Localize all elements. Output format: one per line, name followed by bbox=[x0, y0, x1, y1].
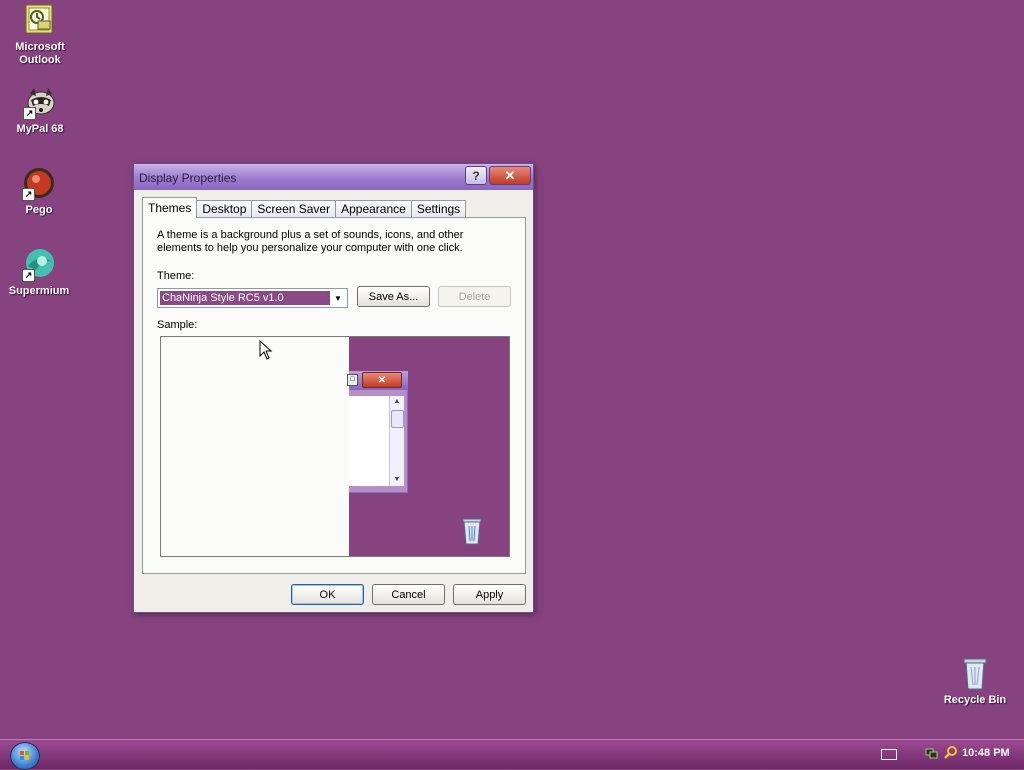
scroll-down-icon: ▼ bbox=[393, 476, 401, 483]
search-icon[interactable] bbox=[944, 745, 958, 759]
sample-label: Sample: bbox=[157, 319, 198, 331]
scroll-up-icon: ▲ bbox=[393, 398, 401, 405]
apply-button[interactable]: Apply bbox=[453, 584, 526, 605]
help-button[interactable]: ? bbox=[465, 166, 487, 185]
desktop-icon-label: Recycle Bin bbox=[943, 694, 1007, 706]
chevron-down-icon[interactable]: ▼ bbox=[330, 290, 346, 306]
sample-window-titlebar: □ ✕ bbox=[347, 371, 408, 389]
shortcut-arrow-icon: ↗ bbox=[22, 269, 35, 282]
mouse-cursor-icon bbox=[259, 339, 273, 360]
desktop-icon-mypal[interactable]: ↗ MyPal 68 bbox=[2, 86, 78, 136]
tab-appearance[interactable]: Appearance bbox=[335, 200, 412, 218]
tab-screen-saver[interactable]: Screen Saver bbox=[251, 200, 337, 218]
shortcut-arrow-icon: ↗ bbox=[22, 188, 35, 201]
tab-themes[interactable]: Themes bbox=[142, 197, 198, 218]
theme-dropdown[interactable]: ChaNinja Style RC5 v1.0 ▼ bbox=[157, 288, 348, 308]
desktop-icon-label: Supermium bbox=[8, 285, 70, 297]
desktop-icon-pego[interactable]: ↗ Pego bbox=[1, 167, 77, 217]
display-properties-dialog: Display Properties ? ✕ Themes Desktop Sc… bbox=[133, 163, 534, 613]
tab-strip: Themes Desktop Screen Saver Appearance S… bbox=[142, 197, 467, 218]
delete-button[interactable]: Delete bbox=[438, 286, 511, 307]
sample-recycle-bin-icon bbox=[461, 517, 483, 545]
scroll-thumb bbox=[391, 410, 404, 428]
start-button[interactable] bbox=[10, 742, 40, 770]
shortcut-arrow-icon: ↗ bbox=[23, 107, 36, 120]
theme-label: Theme: bbox=[157, 270, 195, 282]
desktop-icon-recycle-bin[interactable]: Recycle Bin bbox=[937, 657, 1013, 707]
desktop-icon-supermium[interactable]: ↗ Supermium bbox=[1, 248, 77, 298]
keyboard-icon[interactable] bbox=[881, 749, 897, 760]
taskbar-clock[interactable]: 10:48 PM bbox=[962, 747, 1010, 759]
supermium-icon: ↗ bbox=[22, 248, 56, 282]
dialog-titlebar[interactable]: Display Properties ? ✕ bbox=[134, 164, 533, 190]
close-button[interactable]: ✕ bbox=[489, 166, 531, 185]
maximize-icon: □ bbox=[347, 374, 358, 386]
outlook-icon bbox=[23, 4, 57, 38]
tab-settings[interactable]: Settings bbox=[410, 200, 467, 218]
mypal-raccoon-icon: ↗ bbox=[23, 86, 57, 120]
network-icon[interactable] bbox=[925, 746, 939, 760]
theme-dropdown-value: ChaNinja Style RC5 v1.0 bbox=[160, 291, 330, 305]
sample-window-body: ▲ ▼ bbox=[349, 389, 408, 493]
sample-scrollbar: ▲ ▼ bbox=[389, 396, 404, 486]
desktop-icon-label: Microsoft Outlook bbox=[15, 41, 65, 66]
ok-button[interactable]: OK bbox=[291, 584, 364, 605]
sample-blank-area bbox=[161, 337, 349, 556]
dialog-title: Display Properties bbox=[139, 171, 237, 185]
pego-icon: ↗ bbox=[22, 167, 56, 201]
desktop-icon-label: MyPal 68 bbox=[16, 123, 64, 135]
save-as-button[interactable]: Save As... bbox=[357, 286, 430, 307]
sample-window-content bbox=[349, 396, 389, 486]
taskbar: 10:48 PM bbox=[0, 739, 1024, 770]
recycle-bin-icon bbox=[958, 657, 992, 691]
sample-close-icon: ✕ bbox=[362, 372, 402, 388]
tab-desktop[interactable]: Desktop bbox=[196, 200, 253, 218]
theme-sample-preview: □ ✕ ▲ ▼ bbox=[160, 336, 510, 557]
desktop-icon-label: Pego bbox=[25, 204, 53, 216]
themes-panel: A theme is a background plus a set of so… bbox=[142, 217, 526, 574]
cancel-button[interactable]: Cancel bbox=[372, 584, 445, 605]
windows-logo-icon bbox=[20, 751, 30, 761]
theme-description: A theme is a background plus a set of so… bbox=[157, 229, 464, 254]
desktop-icon-outlook[interactable]: Microsoft Outlook bbox=[2, 4, 78, 67]
